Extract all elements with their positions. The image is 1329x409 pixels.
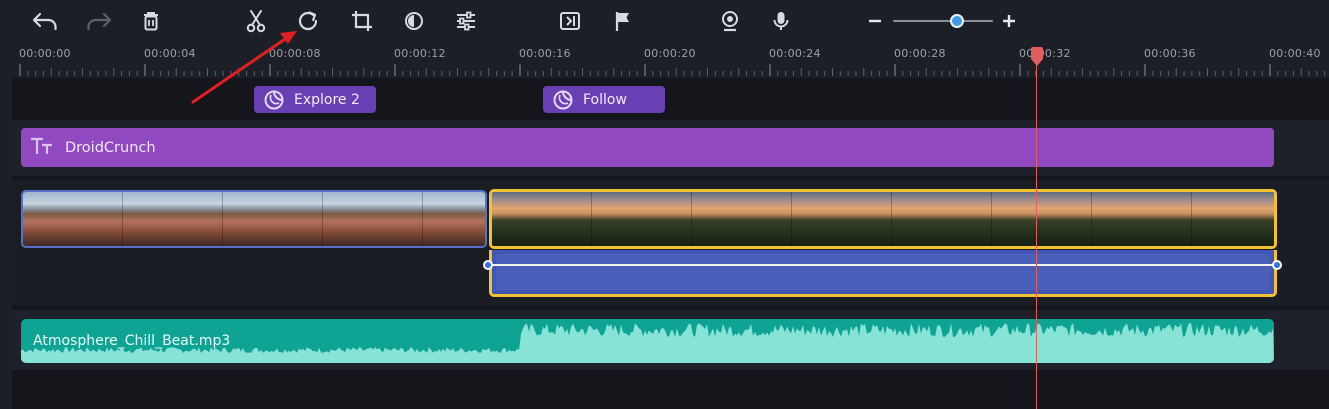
video-frame — [592, 192, 692, 246]
webcam-icon[interactable] — [715, 7, 745, 35]
video-clip-sunset-selected[interactable] — [489, 189, 1277, 249]
redo-icon[interactable] — [84, 7, 114, 35]
ruler-label: 00:00:40 — [1269, 47, 1321, 60]
timeline-toolbar — [0, 0, 1329, 42]
video-frame — [692, 192, 792, 246]
audio-clip[interactable]: Atmosphere_Chill_Beat.mp3 — [21, 319, 1274, 363]
audio-clip-label: Atmosphere_Chill_Beat.mp3 — [33, 333, 231, 349]
video-frame — [323, 192, 423, 246]
sticker-icon — [552, 89, 574, 111]
zoom-out-icon[interactable] — [862, 7, 888, 35]
volume-handle-right[interactable] — [1272, 260, 1282, 270]
video-frame — [1092, 192, 1192, 246]
clip-audio-level-area — [496, 254, 1270, 290]
text-icon — [29, 136, 55, 160]
ruler-label: 00:00:28 — [894, 47, 946, 60]
volume-handle-left[interactable] — [483, 260, 493, 270]
video-clip-cliffs[interactable] — [21, 190, 487, 248]
cut-icon[interactable] — [241, 7, 271, 35]
crop-icon[interactable] — [347, 7, 377, 35]
video-frame — [123, 192, 223, 246]
video-thumbnails — [23, 192, 485, 246]
video-frame — [223, 192, 323, 246]
video-frame — [23, 192, 123, 246]
video-thumbnails — [492, 192, 1274, 246]
ruler-label: 00:00:12 — [394, 47, 446, 60]
microphone-icon[interactable] — [766, 7, 796, 35]
undo-icon[interactable] — [30, 7, 60, 35]
export-frame-icon[interactable] — [555, 7, 585, 35]
video-frame — [892, 192, 992, 246]
zoom-control — [862, 7, 1022, 35]
marker-flag-icon[interactable] — [608, 7, 638, 35]
title-clip-explore-2[interactable]: Explore 2 — [254, 86, 376, 113]
video-frame — [423, 192, 485, 246]
rotate-icon[interactable] — [294, 7, 324, 35]
volume-line[interactable] — [489, 264, 1278, 266]
time-ruler[interactable]: 00:00:00 00:00:04 00:00:08 00:00:12 00:0… — [0, 42, 1329, 78]
ruler-label: 00:00:00 — [19, 47, 71, 60]
video-frame — [492, 192, 592, 246]
settings-sliders-icon[interactable] — [451, 7, 481, 35]
playhead-line — [1036, 56, 1037, 409]
zoom-slider-thumb[interactable] — [950, 14, 964, 28]
ruler-label: 00:00:36 — [1144, 47, 1196, 60]
ruler-ticks — [19, 64, 1326, 76]
ruler-label: 00:00:16 — [519, 47, 571, 60]
ruler-label: 00:00:04 — [144, 47, 196, 60]
video-frame — [1192, 192, 1274, 246]
ruler-label: 00:00:32 — [1019, 47, 1071, 60]
playhead-handle[interactable] — [1030, 47, 1044, 67]
delete-icon[interactable] — [136, 7, 166, 35]
title-clip-label: Explore 2 — [294, 91, 360, 108]
ruler-label: 00:00:08 — [269, 47, 321, 60]
sticker-icon — [263, 89, 285, 111]
video-editor-timeline: 00:00:00 00:00:04 00:00:08 00:00:12 00:0… — [0, 0, 1329, 409]
zoom-slider-track[interactable] — [893, 20, 993, 22]
text-track-label: DroidCrunch — [65, 139, 156, 156]
video-frame — [792, 192, 892, 246]
ruler-label: 00:00:20 — [644, 47, 696, 60]
video-clip-audio-band[interactable] — [489, 250, 1277, 297]
color-adjust-icon[interactable] — [399, 7, 429, 35]
text-track-clip[interactable]: DroidCrunch — [21, 128, 1274, 167]
zoom-in-icon[interactable] — [996, 7, 1022, 35]
video-frame — [992, 192, 1092, 246]
ruler-label: 00:00:24 — [769, 47, 821, 60]
title-clip-follow[interactable]: Follow — [543, 86, 665, 113]
title-clip-label: Follow — [583, 91, 627, 108]
